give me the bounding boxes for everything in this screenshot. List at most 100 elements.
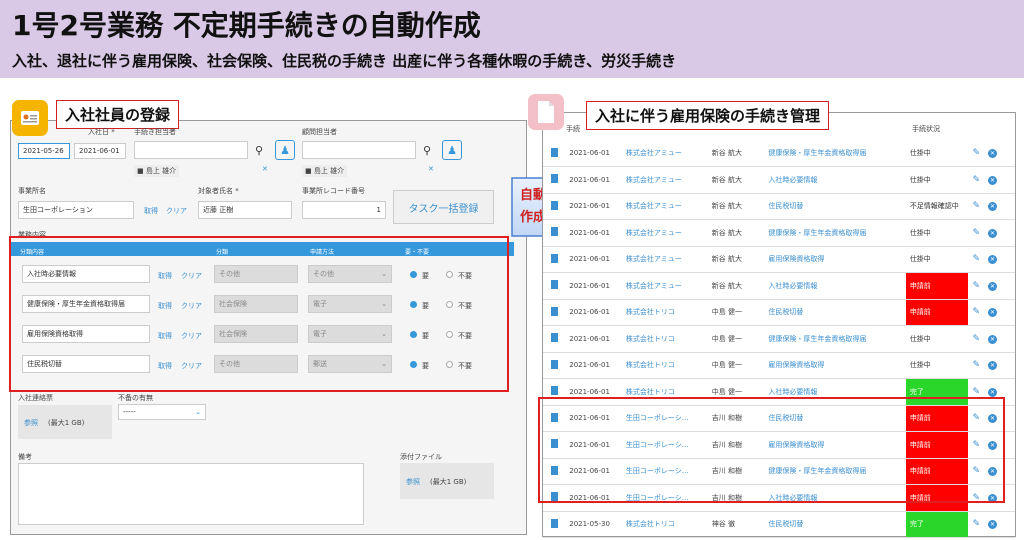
company-cell[interactable]: 株式会社アミュー (621, 219, 708, 247)
table-row[interactable]: 2021-06-01 株式会社アミュー 新谷 航大 入社時必要情報 仕掛中 ✎ ✕ (543, 166, 1015, 194)
delete-icon[interactable]: ✕ (988, 255, 998, 265)
doc-cell[interactable] (543, 511, 566, 538)
office-clear-link[interactable]: クリア (166, 206, 187, 216)
company-cell[interactable]: 株式会社アミュー (621, 246, 708, 273)
company-cell[interactable]: 株式会社トリコ (621, 352, 708, 379)
delete-icon[interactable]: ✕ (988, 202, 998, 212)
document-icon[interactable] (550, 280, 558, 290)
table-row[interactable]: 2021-06-01 株式会社トリコ 中島 健一 健康保険・厚生年金資格取得届 仕掛中 ✎… (543, 325, 1015, 353)
remove-assignee-icon[interactable]: ✕ (262, 165, 268, 173)
contact-browse-link[interactable]: 参照 (24, 418, 38, 428)
document-icon[interactable] (550, 147, 558, 157)
join-date-input[interactable]: 2021-05-26 (18, 143, 70, 159)
delete-icon[interactable]: ✕ (988, 308, 998, 318)
company-cell[interactable]: 株式会社アミュー (621, 140, 708, 167)
col-task-header: 手続 (566, 125, 580, 133)
task-cell[interactable]: 健康保険・厚生年金資格取得届 (764, 140, 906, 167)
table-row[interactable]: 2021-06-01 株式会社アミュー 新谷 航大 雇用保険資格取得 仕掛中 ✎ ✕ (543, 246, 1015, 273)
target-input[interactable]: 近藤 正樹 (198, 201, 292, 219)
doc-cell[interactable] (543, 299, 566, 326)
document-icon[interactable] (550, 306, 558, 316)
task-cell[interactable]: 住民税切替 (764, 511, 906, 538)
doc-cell[interactable] (543, 352, 566, 379)
status-cell: 仕掛中 (905, 352, 969, 379)
user-select-icon[interactable]: ♟ (442, 140, 462, 160)
doc-cell[interactable] (543, 325, 566, 353)
company-cell[interactable]: 株式会社トリコ (621, 325, 708, 353)
edit-icon[interactable]: ✎ (972, 281, 980, 291)
bulk-register-button[interactable]: タスク一括登録 (393, 190, 494, 224)
document-icon[interactable] (550, 174, 558, 184)
delete-icon[interactable]: ✕ (988, 387, 998, 397)
delete-icon[interactable]: ✕ (988, 175, 998, 185)
task-cell[interactable]: 雇用保険資格取得 (764, 352, 906, 379)
company-cell[interactable]: 株式会社アミュー (621, 272, 708, 300)
edit-icon[interactable]: ✎ (972, 148, 980, 158)
advisor-search-input[interactable] (302, 141, 416, 159)
edit-icon[interactable]: ✎ (972, 175, 980, 185)
document-icon[interactable] (550, 333, 558, 343)
delete-icon[interactable]: ✕ (988, 228, 998, 238)
task-cell[interactable]: 入社時必要情報 (764, 166, 906, 194)
date-cell: 2021-06-01 (565, 299, 622, 326)
company-cell[interactable]: 株式会社アミュー (621, 166, 708, 194)
delete-icon[interactable]: ✕ (988, 149, 998, 158)
company-cell[interactable]: 株式会社アミュー (621, 193, 708, 220)
search-icon[interactable]: ⚲ (418, 141, 436, 159)
edit-icon[interactable]: ✎ (972, 201, 980, 211)
document-icon[interactable] (550, 227, 558, 237)
task-cell[interactable]: 住民税切替 (764, 299, 906, 326)
document-icon[interactable] (550, 200, 558, 210)
name-cell: 神谷 徹 (707, 511, 765, 538)
doc-cell[interactable] (543, 193, 566, 220)
delete-icon[interactable]: ✕ (988, 361, 998, 371)
target-label: 対象者氏名 * (198, 187, 239, 195)
edit-icon[interactable]: ✎ (972, 334, 980, 344)
table-row[interactable]: 2021-05-30 株式会社トリコ 神谷 徹住民税切替 完了 ✎ ✕ (543, 511, 1015, 538)
task-cell[interactable]: 住民税切替 (764, 193, 906, 220)
document-icon[interactable] (550, 253, 558, 263)
company-cell[interactable]: 株式会社トリコ (621, 511, 708, 538)
contact-sheet-label: 入社連絡票 (18, 394, 53, 402)
table-row[interactable]: 2021-06-01 株式会社アミュー 新谷 航大 入社時必要情報 申請前 ✎ ✕ (543, 272, 1015, 300)
edit-icon[interactable]: ✎ (972, 360, 980, 370)
table-row[interactable]: 2021-06-01 株式会社アミュー 新谷 航大 健康保険・厚生年金資格取得届 仕掛中… (543, 219, 1015, 247)
notes-textarea[interactable] (18, 463, 364, 525)
user-select-icon[interactable]: ♟ (275, 140, 295, 160)
document-icon[interactable] (550, 359, 558, 369)
table-row[interactable]: 2021-06-01 株式会社アミュー 新谷 航大 住民税切替 不足情報確認中 ✎ ✕ (543, 193, 1015, 220)
table-row[interactable]: 2021-06-01 株式会社トリコ 中島 健一 雇用保険資格取得 仕掛中 ✎ ✕ (543, 352, 1015, 379)
search-icon[interactable]: ⚲ (250, 141, 268, 159)
record-input[interactable]: 1 (302, 201, 386, 219)
delete-icon[interactable]: ✕ (988, 334, 998, 344)
office-fetch-link[interactable]: 取得 (144, 206, 158, 216)
edit-icon[interactable]: ✎ (972, 254, 980, 264)
edit-icon[interactable]: ✎ (972, 387, 980, 397)
attach-browse-link[interactable]: 参照 (406, 477, 420, 487)
delete-icon[interactable]: ✕ (988, 281, 998, 291)
task-cell[interactable]: 健康保険・厚生年金資格取得届 (764, 325, 906, 353)
edit-icon[interactable]: ✎ (972, 307, 980, 317)
company-cell[interactable]: 株式会社トリコ (621, 299, 708, 326)
edit-icon[interactable]: ✎ (972, 228, 980, 238)
table-row[interactable]: 2021-06-01 株式会社トリコ 中島 健一 住民税切替 申請前 ✎ ✕ (543, 299, 1015, 326)
edit-icon[interactable]: ✎ (972, 519, 980, 529)
task-cell[interactable]: 入社時必要情報 (764, 272, 906, 300)
doc-cell[interactable] (543, 219, 566, 247)
delete-icon[interactable]: ✕ (988, 520, 998, 530)
doc-cell[interactable] (543, 246, 566, 273)
assignee-search-input[interactable] (134, 141, 248, 159)
document-icon[interactable] (550, 386, 558, 396)
table-row[interactable]: 2021-06-01 株式会社アミュー 新谷 航大 健康保険・厚生年金資格取得届 仕掛中… (543, 140, 1015, 167)
procedure-date-input[interactable]: 2021-06-01 (74, 143, 126, 159)
shortage-label: 不备の有無 (118, 394, 153, 402)
remove-advisor-icon[interactable]: ✕ (428, 165, 434, 173)
doc-cell[interactable] (543, 272, 566, 300)
document-icon[interactable] (550, 518, 558, 528)
doc-cell[interactable] (543, 140, 566, 167)
task-cell[interactable]: 健康保険・厚生年金資格取得届 (764, 219, 906, 247)
task-cell[interactable]: 雇用保険資格取得 (764, 246, 906, 273)
doc-cell[interactable] (543, 166, 566, 194)
shortage-select[interactable]: ----- ⌄ (118, 404, 206, 420)
office-input[interactable]: 生田コーポレーション (18, 201, 134, 219)
